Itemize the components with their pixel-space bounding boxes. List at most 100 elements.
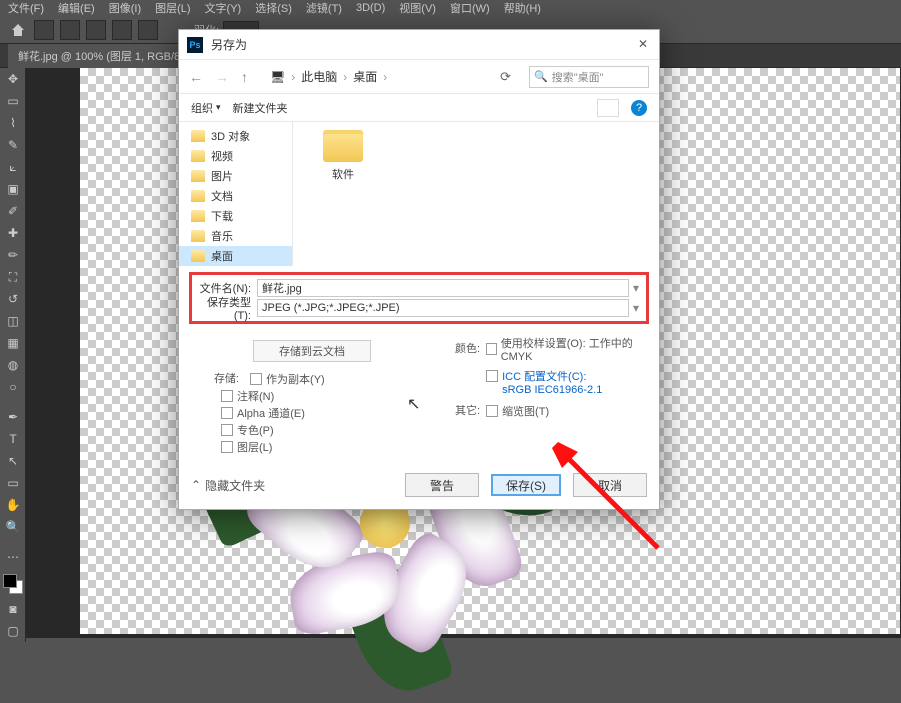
- nav-back-icon[interactable]: ←: [189, 69, 203, 85]
- cancel-button[interactable]: 取消: [573, 473, 647, 497]
- search-input[interactable]: 🔍 搜索"桌面": [529, 66, 649, 88]
- filename-input[interactable]: 鲜花.jpg: [257, 279, 629, 297]
- edit-toolbar[interactable]: ⋯: [0, 546, 26, 568]
- selection-mode-add[interactable]: [86, 20, 106, 40]
- move-tool[interactable]: ✥: [0, 68, 26, 90]
- quick-select-tool[interactable]: ✎: [0, 134, 26, 156]
- type-tool[interactable]: T: [0, 428, 26, 450]
- close-icon[interactable]: ✕: [635, 37, 651, 53]
- nav-forward-icon[interactable]: →: [215, 69, 229, 85]
- selection-mode-new[interactable]: [60, 20, 80, 40]
- lasso-tool[interactable]: ⌇: [0, 112, 26, 134]
- icc-profile-link[interactable]: ICC 配置文件(C):: [502, 368, 586, 384]
- save-button[interactable]: 保存(S): [491, 474, 561, 496]
- quick-mask-toggle[interactable]: ◙: [0, 598, 26, 620]
- stamp-tool[interactable]: ⛶: [0, 266, 26, 288]
- dialog-footer: ⌃隐藏文件夹 警告 保存(S) 取消: [179, 465, 659, 509]
- menu-file[interactable]: 文件(F): [8, 0, 44, 16]
- menu-3d[interactable]: 3D(D): [356, 2, 385, 14]
- document-tab-label: 鲜花.jpg @ 100% (图层 1, RGB/8#): [18, 51, 190, 63]
- chevron-down-icon: ⌃: [191, 478, 201, 492]
- hand-tool[interactable]: ✋: [0, 494, 26, 516]
- icc-profile-value[interactable]: sRGB IEC61966-2.1: [502, 384, 645, 396]
- menu-window[interactable]: 窗口(W): [450, 0, 490, 16]
- checkbox-layers[interactable]: [221, 441, 233, 453]
- photoshop-icon: Ps: [187, 37, 203, 53]
- color-swatches[interactable]: [0, 572, 26, 598]
- checkbox-proof[interactable]: [486, 343, 497, 355]
- folder-software[interactable]: 软件: [307, 130, 379, 182]
- tree-music[interactable]: 音乐: [179, 226, 292, 246]
- warning-button[interactable]: 警告: [405, 473, 479, 497]
- tool-preset[interactable]: [34, 20, 54, 40]
- folder-icon: [323, 130, 363, 162]
- healing-tool[interactable]: ✚: [0, 222, 26, 244]
- nav-up-icon[interactable]: ↑: [241, 69, 248, 85]
- menu-view[interactable]: 视图(V): [399, 0, 436, 16]
- brush-tool[interactable]: ✏: [0, 244, 26, 266]
- addr-thispc[interactable]: 此电脑: [301, 68, 337, 85]
- chevron-down-icon: ▾: [216, 102, 221, 113]
- checkbox-spot[interactable]: [221, 424, 233, 436]
- organize-button[interactable]: 组织▾: [191, 100, 221, 116]
- menu-edit[interactable]: 编辑(E): [58, 0, 95, 16]
- menu-image[interactable]: 图像(I): [109, 0, 141, 16]
- address-bar[interactable]: 🖥 › 此电脑 › 桌面 ›: [264, 68, 478, 85]
- blur-tool[interactable]: ◍: [0, 354, 26, 376]
- selection-mode-subtract[interactable]: [112, 20, 132, 40]
- view-mode-button[interactable]: [597, 99, 619, 117]
- gradient-tool[interactable]: ▦: [0, 332, 26, 354]
- filename-dropdown-icon[interactable]: ▾: [629, 281, 643, 295]
- menu-select[interactable]: 选择(S): [255, 0, 292, 16]
- help-icon[interactable]: ?: [631, 100, 647, 116]
- tree-label: 3D 对象: [211, 128, 250, 144]
- tree-documents[interactable]: 文档: [179, 186, 292, 206]
- addr-desktop[interactable]: 桌面: [353, 68, 377, 85]
- save-as-dialog: Ps 另存为 ✕ ← → ↑ 🖥 › 此电脑 › 桌面 › ⟳ 🔍 搜索"桌面"…: [178, 29, 660, 510]
- hide-folders-toggle[interactable]: ⌃隐藏文件夹: [191, 477, 265, 494]
- tree-desktop[interactable]: 桌面: [179, 246, 292, 266]
- path-select-tool[interactable]: ↖: [0, 450, 26, 472]
- checkbox-alpha[interactable]: [221, 407, 233, 419]
- tree-videos[interactable]: 视频: [179, 146, 292, 166]
- eyedropper-tool[interactable]: ✐: [0, 200, 26, 222]
- refresh-icon[interactable]: ⟳: [500, 69, 511, 85]
- history-brush-tool[interactable]: ↺: [0, 288, 26, 310]
- tree-3d-objects[interactable]: 3D 对象: [179, 126, 292, 146]
- eraser-tool[interactable]: ◫: [0, 310, 26, 332]
- file-list[interactable]: 软件: [293, 122, 659, 266]
- tree-label: 视频: [211, 148, 233, 164]
- search-placeholder: 搜索"桌面": [552, 69, 604, 85]
- new-folder-button[interactable]: 新建文件夹: [233, 100, 288, 116]
- marquee-tool[interactable]: ▭: [0, 90, 26, 112]
- filetype-dropdown-icon[interactable]: ▾: [629, 301, 643, 315]
- screen-mode[interactable]: ▢: [0, 620, 26, 642]
- document-tab[interactable]: 鲜花.jpg @ 100% (图层 1, RGB/8#): [8, 44, 201, 68]
- menu-help[interactable]: 帮助(H): [504, 0, 541, 16]
- tool-bar: ✥ ▭ ⌇ ✎ ⟀ ▣ ✐ ✚ ✏ ⛶ ↺ ◫ ▦ ◍ ○ ✒ T ↖ ▭ ✋ …: [0, 68, 26, 642]
- folder-tree[interactable]: 3D 对象 视频 图片 文档 下载 音乐 桌面: [179, 122, 293, 266]
- menu-filter[interactable]: 滤镜(T): [306, 0, 342, 16]
- menu-layer[interactable]: 图层(L): [155, 0, 190, 16]
- shape-tool[interactable]: ▭: [0, 472, 26, 494]
- selection-mode-intersect[interactable]: [138, 20, 158, 40]
- menu-type[interactable]: 文字(Y): [205, 0, 242, 16]
- foreground-color[interactable]: [3, 574, 17, 588]
- main-menu-bar[interactable]: 文件(F) 编辑(E) 图像(I) 图层(L) 文字(Y) 选择(S) 滤镜(T…: [0, 0, 901, 16]
- dialog-titlebar[interactable]: Ps 另存为 ✕: [179, 30, 659, 60]
- dodge-tool[interactable]: ○: [0, 376, 26, 398]
- checkbox-notes[interactable]: [221, 390, 233, 402]
- checkbox-thumbnail[interactable]: [486, 405, 498, 417]
- checkbox-as-copy[interactable]: [250, 373, 262, 385]
- frame-tool[interactable]: ▣: [0, 178, 26, 200]
- pen-tool[interactable]: ✒: [0, 406, 26, 428]
- tree-downloads[interactable]: 下载: [179, 206, 292, 226]
- checkbox-icc[interactable]: [486, 370, 498, 382]
- home-button[interactable]: [8, 20, 28, 40]
- zoom-tool[interactable]: 🔍: [0, 516, 26, 538]
- filetype-select[interactable]: JPEG (*.JPG;*.JPEG;*.JPE): [257, 299, 629, 317]
- crop-tool[interactable]: ⟀: [0, 156, 26, 178]
- tree-label: 图片: [211, 168, 233, 184]
- save-to-cloud-button[interactable]: 存储到云文档: [253, 340, 371, 362]
- tree-pictures[interactable]: 图片: [179, 166, 292, 186]
